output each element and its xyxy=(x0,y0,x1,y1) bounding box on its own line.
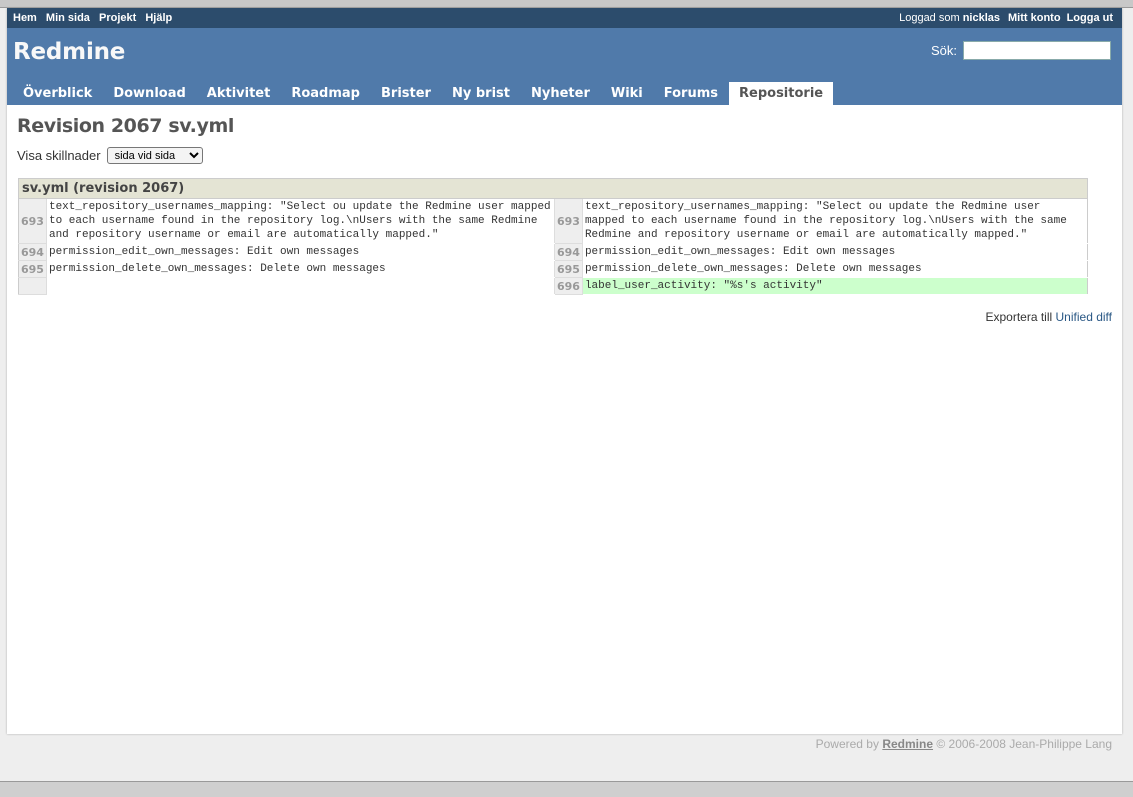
top-menu-help-link[interactable]: Hjälp xyxy=(145,12,172,24)
right-code-line: permission_edit_own_messages: Edit own m… xyxy=(582,243,1088,261)
page-title: Revision 2067 sv.yml xyxy=(17,115,234,137)
tab-roadmap[interactable]: Roadmap xyxy=(281,82,370,105)
tab-new-issue[interactable]: Ny brist xyxy=(442,82,520,105)
right-line-number: 695 xyxy=(554,260,583,278)
left-code-line: permission_edit_own_messages: Edit own m… xyxy=(46,243,555,261)
diff-options: Visa skillnader sida vid sida xyxy=(17,147,1112,164)
main-menu: Överblick Download Aktivitet Roadmap Bri… xyxy=(13,82,834,105)
left-code-line: permission_delete_own_messages: Delete o… xyxy=(46,260,555,278)
logged-as-prefix: Loggad som xyxy=(899,12,960,24)
top-menu-projects-link[interactable]: Projekt xyxy=(99,12,136,24)
top-menu-right: Loggad som nicklas Mitt konto Logga ut xyxy=(899,12,1116,24)
diff-row: 695 permission_delete_own_messages: Dele… xyxy=(18,260,1088,278)
diff-type-label: Visa skillnader xyxy=(17,148,101,163)
left-code-line-empty xyxy=(46,277,555,295)
right-line-number: 694 xyxy=(554,243,583,261)
diff-filename: sv.yml (revision 2067) xyxy=(18,178,1088,199)
browser-status-bar xyxy=(0,781,1133,797)
tab-repository[interactable]: Repositorie xyxy=(729,82,834,105)
content: Revision 2067 sv.yml Visa skillnader sid… xyxy=(7,105,1122,734)
browser-bookmarks-bar xyxy=(0,0,1133,8)
tab-forums[interactable]: Forums xyxy=(654,82,728,105)
header: Redmine Sök: Överblick Download Aktivite… xyxy=(7,28,1122,105)
footer: Powered by Redmine © 2006-2008 Jean-Phil… xyxy=(7,737,1112,751)
search-label: Sök: xyxy=(930,43,957,58)
top-menu-left: Hem Min sida Projekt Hjälp xyxy=(13,12,178,24)
unified-diff-link[interactable]: Unified diff xyxy=(1056,310,1112,324)
search-input[interactable] xyxy=(963,41,1111,60)
left-line-number xyxy=(18,277,47,295)
tab-news[interactable]: Nyheter xyxy=(521,82,600,105)
diff-table: sv.yml (revision 2067) 693 text_reposito… xyxy=(18,178,1088,295)
site-title: Redmine xyxy=(13,39,126,65)
export-prefix: Exportera till xyxy=(985,310,1053,324)
diff-type-select[interactable]: sida vid sida xyxy=(106,147,203,164)
right-code-line: permission_delete_own_messages: Delete o… xyxy=(582,260,1088,278)
logout-link[interactable]: Logga ut xyxy=(1067,12,1113,24)
right-code-line: text_repository_usernames_mapping: "Sele… xyxy=(582,198,1088,244)
top-menu-home-link[interactable]: Hem xyxy=(13,12,37,24)
footer-prefix: Powered by xyxy=(815,737,879,751)
left-code-line: text_repository_usernames_mapping: "Sele… xyxy=(46,198,555,244)
redmine-footer-link[interactable]: Redmine xyxy=(882,737,933,751)
logged-as-text: Loggad som nicklas xyxy=(899,12,1000,24)
top-menu: Hem Min sida Projekt Hjälp Loggad som ni… xyxy=(7,8,1122,28)
left-line-number: 695 xyxy=(18,260,47,278)
logged-as-username: nicklas xyxy=(962,12,1001,24)
diff-row-added: 696 label_user_activity: "%s's activity" xyxy=(18,277,1088,295)
diff-row: 694 permission_edit_own_messages: Edit o… xyxy=(18,243,1088,261)
quick-search: Sök: xyxy=(931,41,1111,60)
left-line-number: 693 xyxy=(18,198,47,244)
right-line-number: 696 xyxy=(554,277,583,295)
top-menu-my-page-link[interactable]: Min sida xyxy=(46,12,90,24)
tab-overview[interactable]: Överblick xyxy=(13,82,102,105)
right-line-number: 693 xyxy=(554,198,583,244)
tab-activity[interactable]: Aktivitet xyxy=(197,82,281,105)
tab-issues[interactable]: Brister xyxy=(371,82,441,105)
right-code-line-added: label_user_activity: "%s's activity" xyxy=(582,277,1088,295)
export-links: Exportera till Unified diff xyxy=(17,310,1112,324)
page-wrapper: Hem Min sida Projekt Hjälp Loggad som ni… xyxy=(7,8,1122,734)
my-account-link[interactable]: Mitt konto xyxy=(1008,12,1061,24)
left-line-number: 694 xyxy=(18,243,47,261)
tab-wiki[interactable]: Wiki xyxy=(601,82,653,105)
diff-row: 693 text_repository_usernames_mapping: "… xyxy=(18,198,1088,244)
tab-download[interactable]: Download xyxy=(103,82,195,105)
footer-copyright: © 2006-2008 Jean-Philippe Lang xyxy=(936,737,1112,751)
